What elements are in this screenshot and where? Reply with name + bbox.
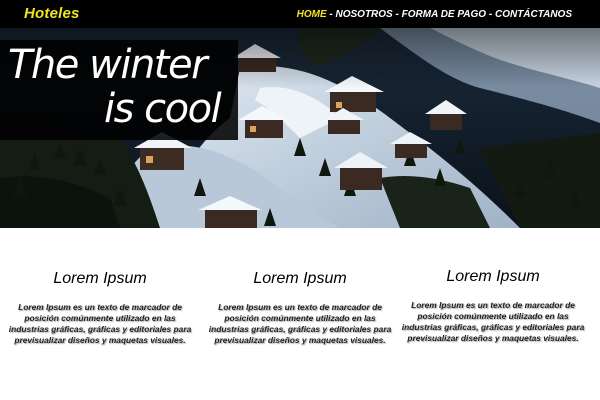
- nav-menu: HOME - NOSOTROS - FORMA DE PAGO - CONTÁC…: [297, 9, 572, 20]
- nav-home[interactable]: HOME: [297, 9, 327, 20]
- feature-card: Lorem Ipsum Lorem Ipsum es un texto de m…: [202, 270, 398, 346]
- hero-banner: The winter is cool: [0, 28, 600, 228]
- feature-card: Lorem Ipsum Lorem Ipsum es un texto de m…: [395, 268, 591, 344]
- feature-card: Lorem Ipsum Lorem Ipsum es un texto de m…: [2, 270, 198, 346]
- features-section: Lorem Ipsum Lorem Ipsum es un texto de m…: [0, 228, 600, 400]
- hero-title-line1: The winter: [8, 42, 208, 88]
- nav-contactanos[interactable]: CONTÁCTANOS: [495, 9, 572, 20]
- feature-title: Lorem Ipsum: [253, 270, 347, 287]
- brand-logo[interactable]: Hoteles: [24, 5, 80, 22]
- nav-forma-de-pago[interactable]: FORMA DE PAGO: [402, 9, 486, 20]
- nav-nosotros[interactable]: NOSOTROS: [336, 9, 393, 20]
- feature-text: Lorem Ipsum es un texto de marcador de p…: [208, 302, 392, 345]
- nav-separator: -: [326, 9, 336, 20]
- hero-title-line2: is cool: [104, 86, 222, 132]
- feature-title: Lorem Ipsum: [446, 268, 540, 285]
- navbar: Hoteles HOME - NOSOTROS - FORMA DE PAGO …: [0, 0, 600, 28]
- feature-text: Lorem Ipsum es un texto de marcador de p…: [401, 300, 585, 343]
- nav-separator: -: [486, 9, 495, 20]
- nav-separator: -: [392, 9, 402, 20]
- hero-title-panel: The winter is cool: [0, 40, 238, 140]
- feature-text: Lorem Ipsum es un texto de marcador de p…: [8, 302, 192, 345]
- feature-title: Lorem Ipsum: [53, 270, 147, 287]
